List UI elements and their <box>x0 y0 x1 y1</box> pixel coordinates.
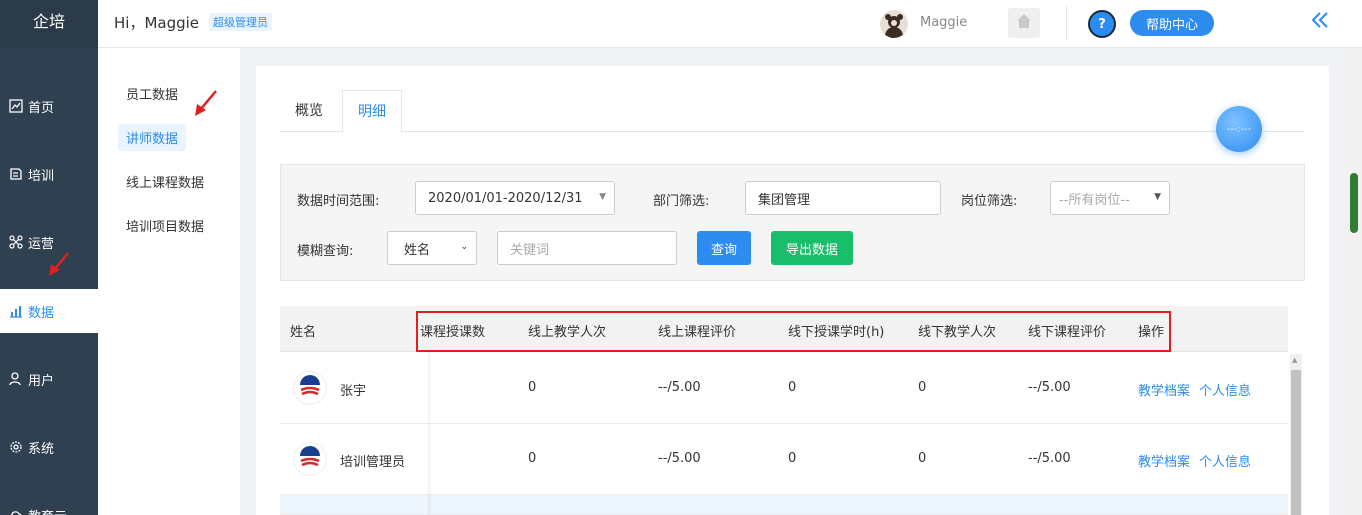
cloud-icon <box>8 507 24 515</box>
offline-rating: --/5.00 <box>1028 380 1071 395</box>
chevron-down-icon: ⌄ <box>460 242 468 252</box>
nav-item-data[interactable]: 数据 <box>0 289 98 333</box>
nav-item-home[interactable]: 首页 <box>0 84 98 128</box>
teaching-archive-link[interactable]: 教学档案 <box>1138 451 1190 470</box>
department-input[interactable]: 集团管理 <box>745 181 941 215</box>
offline-students: 0 <box>918 380 927 395</box>
collapse-double-chevron-icon[interactable] <box>1308 10 1332 34</box>
nav-item-edu-cloud[interactable]: 教育云 <box>0 493 98 515</box>
fuzzy-field-select[interactable]: 姓名 ⌄ <box>387 231 477 265</box>
online-students: 0 <box>528 451 537 466</box>
nav-item-label: 培训 <box>28 168 55 184</box>
chart-line-icon <box>8 98 24 114</box>
submenu-item-employee-data[interactable]: 员工数据 <box>118 80 186 107</box>
scrollbar-thumb[interactable] <box>1291 370 1301 515</box>
tab-detail[interactable]: 明细 <box>342 90 402 133</box>
role-badge: 超级管理员 <box>209 13 272 31</box>
nav-item-label: 教育云 <box>28 506 67 515</box>
date-range-label: 数据时间范围: <box>297 194 380 209</box>
help-question-icon[interactable]: ? <box>1088 10 1116 38</box>
department-label: 部门筛选: <box>653 194 710 209</box>
teaching-archive-link[interactable]: 教学档案 <box>1138 380 1190 399</box>
submenu-item-online-course-data[interactable]: 线上课程数据 <box>118 168 212 195</box>
annotation-highlight-box <box>416 311 1171 352</box>
fuzzy-query-label: 模糊查询: <box>297 244 354 259</box>
nav-item-label: 首页 <box>28 100 55 116</box>
nav-item-training[interactable]: 培训 <box>0 152 98 196</box>
lecturer-name: 培训管理员 <box>340 455 406 470</box>
nav-item-label: 用户 <box>28 373 55 389</box>
offline-hours: 0 <box>788 380 797 395</box>
position-value: --所有岗位-- <box>1059 192 1130 208</box>
personal-info-link[interactable]: 个人信息 <box>1199 380 1251 399</box>
gear-icon <box>8 439 24 455</box>
query-button[interactable]: 查询 <box>697 231 751 265</box>
lecturer-name: 张宇 <box>340 384 367 399</box>
submenu-item-training-project-data[interactable]: 培训项目数据 <box>118 212 212 239</box>
table-scrollbar[interactable]: ▲ <box>1290 354 1302 515</box>
top-header: Hi，Maggie 超级管理员 Maggie ? 帮助中心 <box>98 0 1362 48</box>
user-name[interactable]: Maggie <box>920 15 967 30</box>
nav-item-label: 数据 <box>28 305 55 321</box>
chevron-down-icon: ▼ <box>599 192 606 202</box>
position-label: 岗位筛选: <box>961 194 1018 209</box>
annotation-arrow-icon <box>195 90 217 116</box>
fixed-column-shadow <box>428 352 432 515</box>
book-icon <box>8 166 24 182</box>
bar-chart-icon <box>8 303 24 319</box>
annotation-arrow-icon <box>49 252 69 276</box>
header-divider <box>1066 6 1067 40</box>
keyword-input[interactable]: 关键词 <box>497 231 677 265</box>
column-header: 姓名 <box>290 325 317 340</box>
network-icon <box>8 234 24 250</box>
home-icon <box>1015 12 1033 34</box>
floating-action-circle[interactable]: ---:--- <box>1216 106 1262 152</box>
department-value: 集团管理 <box>758 192 811 208</box>
date-range-value: 2020/01/01-2020/12/31 <box>428 190 583 206</box>
greeting: Hi，Maggie <box>114 14 200 32</box>
offline-rating: --/5.00 <box>1028 451 1071 466</box>
user-icon <box>8 371 24 387</box>
page-scrollbar-thumb[interactable] <box>1350 173 1358 233</box>
nav-item-label: 系统 <box>28 441 55 457</box>
nav-item-label: 运营 <box>28 236 55 252</box>
online-students: 0 <box>528 380 537 395</box>
data-submenu: 员工数据 讲师数据 线上课程数据 培训项目数据 <box>98 48 240 515</box>
app-logo: 企培 <box>0 0 98 48</box>
scroll-up-icon: ▲ <box>1292 356 1298 364</box>
nav-item-users[interactable]: 用户 <box>0 357 98 401</box>
submenu-item-lecturer-data[interactable]: 讲师数据 <box>118 124 187 151</box>
offline-hours: 0 <box>788 451 797 466</box>
online-rating: --/5.00 <box>658 451 701 466</box>
filter-panel: 数据时间范围: 2020/01/01-2020/12/31 ▼ 部门筛选: 集团… <box>280 164 1305 281</box>
avatar <box>294 443 326 475</box>
chevron-down-icon: ▼ <box>1154 192 1161 202</box>
keyword-placeholder: 关键词 <box>510 242 550 258</box>
offline-students: 0 <box>918 451 927 466</box>
export-data-button[interactable]: 导出数据 <box>771 231 853 265</box>
avatar <box>294 372 326 404</box>
fuzzy-field-value: 姓名 <box>404 242 431 258</box>
page-scrollbar[interactable] <box>1344 48 1362 515</box>
nav-item-system[interactable]: 系统 <box>0 425 98 469</box>
tab-overview[interactable]: 概览 <box>280 90 338 132</box>
tab-bar: 概览 明细 <box>280 90 1305 133</box>
date-range-picker[interactable]: 2020/01/01-2020/12/31 ▼ <box>415 181 615 215</box>
personal-info-link[interactable]: 个人信息 <box>1199 451 1251 470</box>
user-avatar[interactable] <box>880 10 908 38</box>
online-rating: --/5.00 <box>658 380 701 395</box>
main-panel: 概览 明细 ---:--- 数据时间范围: 2020/01/01-2020/12… <box>256 66 1329 515</box>
help-center-button[interactable]: 帮助中心 <box>1130 10 1214 36</box>
home-button[interactable] <box>1008 8 1040 38</box>
position-select[interactable]: --所有岗位-- ▼ <box>1050 181 1170 215</box>
